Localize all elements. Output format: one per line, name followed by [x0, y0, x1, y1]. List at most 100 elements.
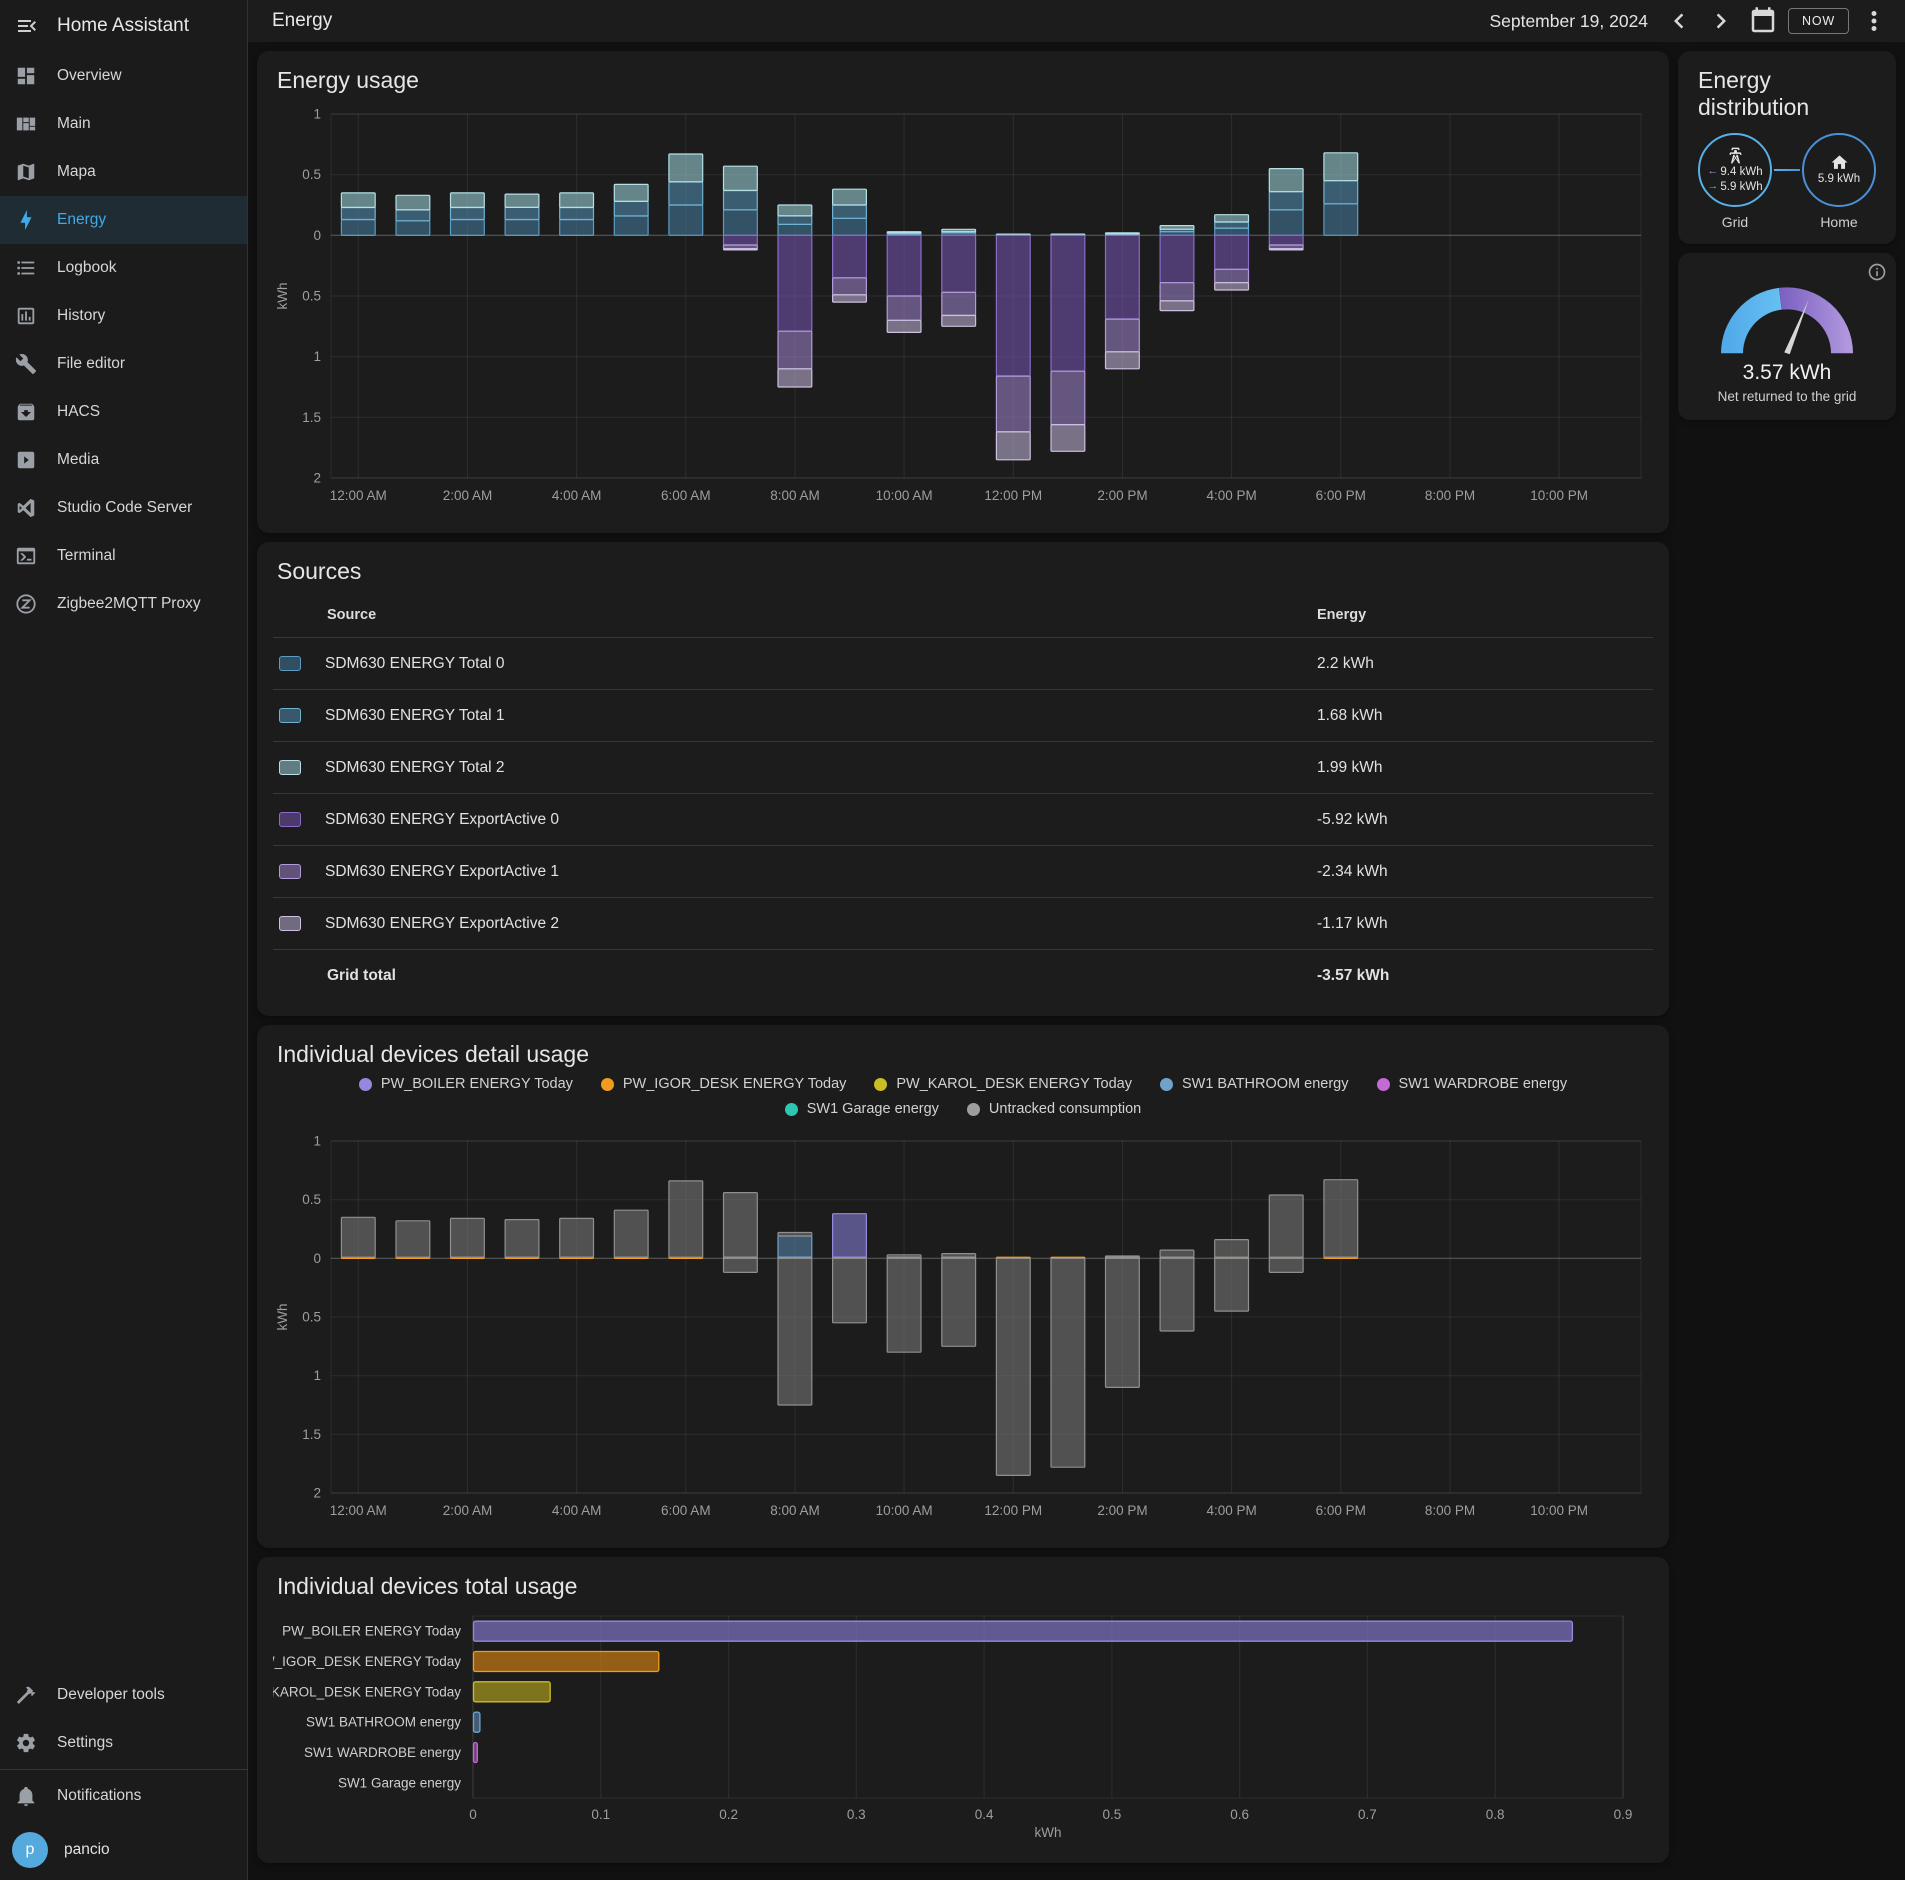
legend-item-sw1-wardrobe-energy[interactable]: SW1 WARDROBE energy: [1377, 1076, 1568, 1092]
grid-total-row: Grid total -3.57 kWh: [273, 950, 1653, 1002]
sources-card: Sources Source Energy SDM630 ENERGY Tota…: [257, 542, 1669, 1016]
svg-text:2:00 AM: 2:00 AM: [443, 1503, 493, 1518]
devices-detail-title: Individual devices detail usage: [277, 1041, 1653, 1068]
sidebar-item-history[interactable]: History: [0, 292, 247, 340]
sidebar-header: Home Assistant: [0, 0, 247, 52]
svg-text:kWh: kWh: [275, 1304, 290, 1331]
svg-text:2:00 AM: 2:00 AM: [443, 488, 493, 503]
legend-dot-icon: [1377, 1078, 1390, 1091]
legend-label: SW1 BATHROOM energy: [1182, 1076, 1349, 1092]
sidebar-item-mapa[interactable]: Mapa: [0, 148, 247, 196]
sidebar-item-media[interactable]: Media: [0, 436, 247, 484]
wrench-icon: [15, 353, 37, 375]
svg-text:1: 1: [313, 1134, 321, 1149]
sources-title: Sources: [277, 558, 1653, 585]
svg-text:4:00 AM: 4:00 AM: [552, 1503, 602, 1518]
kebab-menu-icon[interactable]: [1857, 6, 1891, 36]
legend-label: Untracked consumption: [989, 1101, 1141, 1117]
svg-text:1.5: 1.5: [302, 410, 321, 425]
sidebar-item-overview[interactable]: Overview: [0, 52, 247, 100]
energy-usage-title: Energy usage: [277, 67, 1653, 94]
info-icon[interactable]: [1867, 262, 1887, 282]
source-row: SDM630 ENERGY ExportActive 2-1.17 kWh: [273, 898, 1653, 950]
svg-text:0.3: 0.3: [847, 1807, 866, 1822]
source-row: SDM630 ENERGY Total 0 2.2 kWh: [273, 638, 1653, 690]
sidebar-item-studio-code-server[interactable]: Studio Code Server: [0, 484, 247, 532]
sidebar: Home Assistant Overview MainMapa Energy Log…: [0, 0, 248, 1880]
svg-text:8:00 AM: 8:00 AM: [770, 488, 820, 503]
sidebar-item-notifications[interactable]: Notifications: [0, 1772, 247, 1820]
grid-consume-value: 5.9 kWh: [1720, 180, 1762, 194]
legend-item-sw1-garage-energy[interactable]: SW1 Garage energy: [785, 1101, 939, 1117]
svg-text:0.5: 0.5: [302, 167, 321, 182]
sidebar-item-label: Settings: [57, 1734, 113, 1752]
legend-label: SW1 WARDROBE energy: [1399, 1076, 1568, 1092]
prev-day-button[interactable]: [1662, 6, 1696, 36]
source-name: SDM630 ENERGY Total 0: [325, 655, 504, 673]
source-name: SDM630 ENERGY Total 1: [325, 707, 504, 725]
calendar-icon[interactable]: [1746, 6, 1780, 36]
grid-label: Grid: [1722, 214, 1748, 230]
svg-text:2:00 PM: 2:00 PM: [1097, 1503, 1147, 1518]
sidebar-item-hacs[interactable]: HACS: [0, 388, 247, 436]
menu-toggle-icon[interactable]: [15, 14, 39, 38]
next-day-button[interactable]: [1704, 6, 1738, 36]
source-color-swatch: [279, 708, 301, 723]
grid-home-flow-line: [1774, 169, 1800, 171]
svg-text:kWh: kWh: [1035, 1825, 1062, 1840]
user-menu[interactable]: ppancio: [0, 1820, 247, 1880]
information-icon: [1867, 262, 1887, 282]
svg-text:12:00 AM: 12:00 AM: [330, 1503, 387, 1518]
sidebar-item-label: History: [57, 307, 105, 325]
sidebar-item-developer-tools[interactable]: Developer tools: [0, 1671, 247, 1719]
date-label[interactable]: September 19, 2024: [1489, 11, 1648, 32]
svg-text:0.7: 0.7: [1358, 1807, 1377, 1822]
view-dashboard-icon: [15, 65, 37, 87]
sidebar-item-energy[interactable]: Energy: [0, 196, 247, 244]
legend-label: SW1 Garage energy: [807, 1101, 939, 1117]
svg-text:8:00 PM: 8:00 PM: [1425, 1503, 1475, 1518]
format-list-bulleted-icon: [15, 257, 37, 279]
sidebar-item-label: Overview: [57, 67, 122, 85]
map-icon: [15, 161, 37, 183]
content: Energy usage 12:00 AM2:00 AM4:00 AM6:00 …: [248, 42, 1905, 1880]
svg-text:10:00 AM: 10:00 AM: [876, 1503, 933, 1518]
sidebar-item-logbook[interactable]: Logbook: [0, 244, 247, 292]
source-energy: -5.92 kWh: [1317, 811, 1647, 829]
svg-text:SW1 WARDROBE energy: SW1 WARDROBE energy: [304, 1745, 461, 1760]
sidebar-item-label: File editor: [57, 355, 125, 373]
legend-item-pw-boiler-energy-today[interactable]: PW_BOILER ENERGY Today: [359, 1076, 573, 1092]
svg-text:10:00 PM: 10:00 PM: [1530, 1503, 1588, 1518]
page-title: Energy: [272, 10, 332, 32]
svg-text:1: 1: [313, 1368, 321, 1383]
legend-item-sw1-bathroom-energy[interactable]: SW1 BATHROOM energy: [1160, 1076, 1349, 1092]
source-energy: 2.2 kWh: [1317, 655, 1647, 673]
svg-text:6:00 PM: 6:00 PM: [1316, 1503, 1366, 1518]
svg-text:0.9: 0.9: [1614, 1807, 1633, 1822]
sidebar-item-main[interactable]: Main: [0, 100, 247, 148]
vscode-icon: [15, 497, 37, 519]
now-button[interactable]: NOW: [1788, 8, 1849, 34]
sidebar-item-label: Developer tools: [57, 1686, 165, 1704]
source-row: SDM630 ENERGY Total 11.68 kWh: [273, 690, 1653, 742]
sidebar-item-settings[interactable]: Settings: [0, 1719, 247, 1767]
lightning-bolt-icon: [15, 209, 37, 231]
svg-text:0.8: 0.8: [1486, 1807, 1505, 1822]
legend-item-untracked-consumption[interactable]: Untracked consumption: [967, 1101, 1141, 1117]
console-icon: [15, 545, 37, 567]
devices-total-title: Individual devices total usage: [277, 1573, 1653, 1600]
chart-svg: 12:00 AM2:00 AM4:00 AM6:00 AM8:00 AM10:0…: [273, 102, 1653, 514]
svg-text:8:00 AM: 8:00 AM: [770, 1503, 820, 1518]
sidebar-item-terminal[interactable]: Terminal: [0, 532, 247, 580]
svg-text:0.5: 0.5: [302, 1192, 321, 1207]
net-grid-gauge-card: 3.57 kWh Net returned to the grid: [1678, 253, 1896, 420]
sidebar-item-zigbee2mqtt-proxy[interactable]: Zigbee2MQTT Proxy: [0, 580, 247, 628]
legend-item-pw-karol-desk-energy-today[interactable]: PW_KAROL_DESK ENERGY Today: [874, 1076, 1132, 1092]
legend-item-pw-igor-desk-energy-today[interactable]: PW_IGOR_DESK ENERGY Today: [601, 1076, 847, 1092]
svg-text:6:00 AM: 6:00 AM: [661, 488, 711, 503]
return-arrow-icon: ←: [1707, 165, 1718, 179]
sidebar-item-label: Terminal: [57, 547, 116, 565]
sidebar-item-label: Energy: [57, 211, 106, 229]
svg-text:0: 0: [313, 1251, 321, 1266]
sidebar-item-file-editor[interactable]: File editor: [0, 340, 247, 388]
